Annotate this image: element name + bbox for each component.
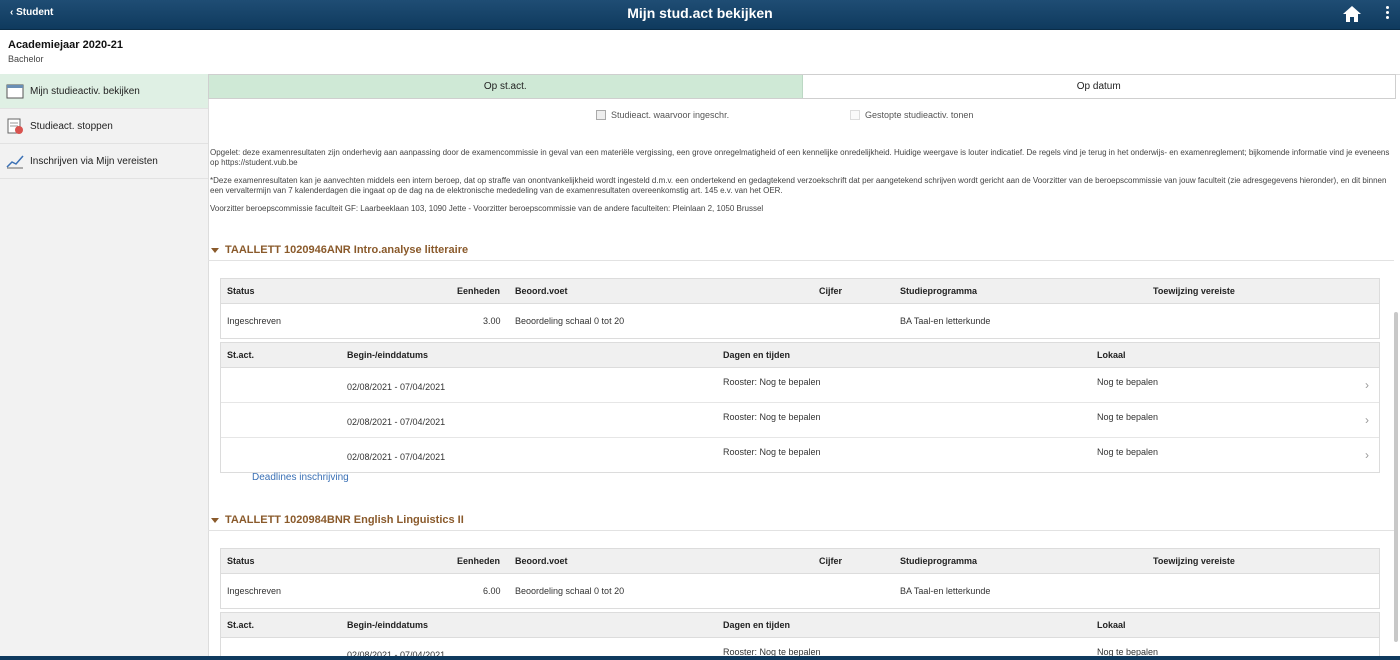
col-requirement: Toewijzing vereiste [1153,556,1235,566]
chart-line-icon [6,155,24,169]
col-grading: Beoord.voet [515,556,568,566]
sidebar-item-enroll-requirements[interactable]: Inschrijven via Mijn vereisten [0,144,208,179]
main-content: Op st.act. Op datum Studieact. waarvoor … [208,74,1400,660]
tab-by-date[interactable]: Op datum [803,75,1396,98]
chevron-right-icon[interactable]: › [1365,378,1369,392]
academic-year: Academiejaar 2020-21 [8,39,123,51]
col-room: Lokaal [1097,620,1126,630]
dropped-filter[interactable]: Gestopte studieactiv. tonen [850,110,973,120]
status-value: Ingeschreven [227,316,282,326]
course-header[interactable]: TAALLETT 1020984BNR English Linguistics … [211,514,464,526]
sessions-grid: St.act. Begin-/einddatums Dagen en tijde… [220,342,1380,473]
sidebar-item-drop-classes[interactable]: Studieact. stoppen [0,109,208,144]
scrollbar[interactable] [1394,312,1398,642]
grid-header-row: Status Eenheden Beoord.voet Cijfer Studi… [221,279,1379,304]
enrollment-grid: Status Eenheden Beoord.voet Cijfer Studi… [220,548,1380,609]
col-stact: St.act. [227,350,255,360]
enrolled-filter-label: Studieact. waarvoor ingeschr. [611,110,730,120]
view-toggle: Op st.act. Op datum [208,74,1396,99]
grid-header-row: St.act. Begin-/einddatums Dagen en tijde… [221,613,1379,638]
collapse-icon [211,517,219,523]
status-value: Ingeschreven [227,586,282,596]
grading-value: Beoordeling schaal 0 tot 20 [515,316,625,326]
sidebar-item-label: Studieact. stoppen [30,120,113,132]
home-icon[interactable] [1342,5,1362,23]
drop-class-icon [7,118,23,134]
disclaimer-text: Opgelet: deze examenresultaten zijn onde… [210,148,1396,222]
enrollment-grid: Status Eenheden Beoord.voet Cijfer Studi… [220,278,1380,339]
room-value: Nog te bepalen [1097,412,1159,422]
disclaimer-paragraph: Opgelet: deze examenresultaten zijn onde… [210,148,1390,167]
dropped-filter-label: Gestopte studieactiv. tonen [865,110,974,120]
chevron-right-icon[interactable]: › [1365,448,1369,462]
table-row: Ingeschreven 3.00 Beoordeling schaal 0 t… [221,304,1379,338]
sidebar-item-label: Inschrijven via Mijn vereisten [30,155,158,167]
appeal-paragraph: *Deze examenresultaten kan je aanvechten… [210,176,1387,195]
divider [208,260,1394,261]
grid-header-row: Status Eenheden Beoord.voet Cijfer Studi… [221,549,1379,574]
table-row[interactable]: 02/08/2021 - 07/04/2021 Rooster: Nog te … [221,368,1379,403]
col-status: Status [227,286,255,296]
col-days: Dagen en tijden [723,350,791,360]
col-stact: St.act. [227,620,255,630]
dates-value: 02/08/2021 - 07/04/2021 [347,382,446,392]
bottom-edge [0,656,1400,660]
program-value: BA Taal-en letterkunde [900,586,991,596]
col-program: Studieprogramma [900,286,978,296]
academic-year-bar: Academiejaar 2020-21 Bachelor [0,30,1400,75]
deadlines-link[interactable]: Deadlines inschrijving [252,472,349,483]
col-room: Lokaal [1097,350,1126,360]
grid-header-row: St.act. Begin-/einddatums Dagen en tijde… [221,343,1379,368]
sidebar-item-view-classes[interactable]: Mijn studieactiv. bekijken [0,74,208,109]
calendar-icon [6,84,24,99]
top-bar: ‹ Student Mijn stud.act bekijken [0,0,1400,30]
tab-by-class[interactable]: Op st.act. [209,75,803,98]
units-value: 3.00 [483,316,501,326]
sidebar-item-label: Mijn studieactiv. bekijken [30,85,140,97]
dates-value: 02/08/2021 - 07/04/2021 [347,417,446,427]
dates-value: 02/08/2021 - 07/04/2021 [347,452,446,462]
col-status: Status [227,556,255,566]
days-value: Rooster: Nog te bepalen [723,447,821,457]
col-grading: Beoord.voet [515,286,568,296]
units-value: 6.00 [483,586,501,596]
enrolled-filter[interactable]: Studieact. waarvoor ingeschr. [596,110,729,120]
enrolled-filter-checkbox[interactable] [596,110,606,120]
col-days: Dagen en tijden [723,620,791,630]
col-requirement: Toewijzing vereiste [1153,286,1235,296]
back-button[interactable]: ‹ Student [10,7,53,18]
course-header[interactable]: TAALLETT 1020946ANR Intro.analyse litter… [211,244,468,256]
program-value: BA Taal-en letterkunde [900,316,991,326]
chevron-right-icon[interactable]: › [1365,413,1369,427]
sessions-grid: St.act. Begin-/einddatums Dagen en tijde… [220,612,1380,660]
career-label: Bachelor [8,54,44,64]
sidebar: Mijn studieactiv. bekijken Studieact. st… [0,74,209,660]
table-row: Ingeschreven 6.00 Beoordeling schaal 0 t… [221,574,1379,608]
col-grade: Cijfer [819,556,843,566]
grading-value: Beoordeling schaal 0 tot 20 [515,586,625,596]
page-title: Mijn stud.act bekijken [627,5,773,21]
days-value: Rooster: Nog te bepalen [723,412,821,422]
dropped-filter-checkbox[interactable] [850,110,860,120]
days-value: Rooster: Nog te bepalen [723,377,821,387]
col-units: Eenheden [457,286,501,296]
col-dates: Begin-/einddatums [347,620,429,630]
room-value: Nog te bepalen [1097,377,1159,387]
collapse-icon [211,247,219,253]
address-paragraph: Voorzitter beroepscommissie faculteit GF… [210,204,764,213]
col-dates: Begin-/einddatums [347,350,429,360]
col-grade: Cijfer [819,286,843,296]
table-row[interactable]: 02/08/2021 - 07/04/2021 Rooster: Nog te … [221,403,1379,438]
table-row[interactable]: 02/08/2021 - 07/04/2021 Rooster: Nog te … [221,438,1379,472]
col-program: Studieprogramma [900,556,978,566]
course-title: TAALLETT 1020984BNR English Linguistics … [225,514,464,526]
filter-options: Studieact. waarvoor ingeschr. Gestopte s… [208,106,1396,126]
course-title: TAALLETT 1020946ANR Intro.analyse litter… [225,244,469,256]
col-units: Eenheden [457,556,501,566]
actions-menu-icon[interactable] [1381,4,1393,24]
divider [208,530,1394,531]
room-value: Nog te bepalen [1097,447,1159,457]
